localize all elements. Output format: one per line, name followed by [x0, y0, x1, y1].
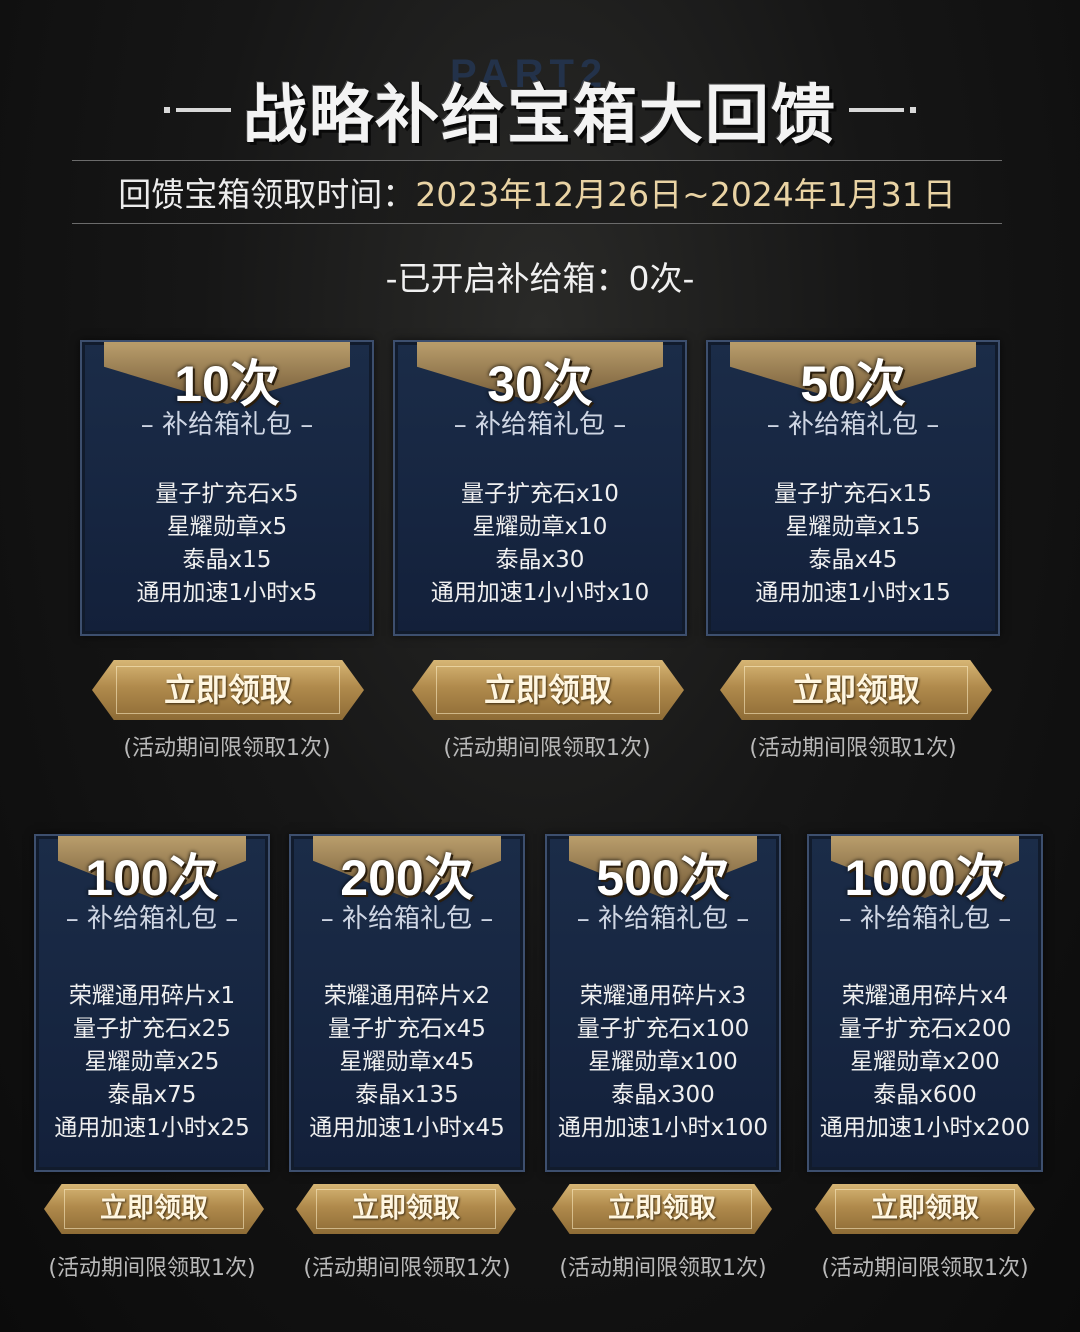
title-ornament-right-dot — [910, 107, 916, 113]
claim-limit-note: (活动期间限领取1次) — [303, 1256, 511, 1281]
reward-card-500: 500次 – 补给箱礼包 – 荣耀通用碎片x3 量子扩充石x100 星耀勋章x1… — [545, 834, 781, 1172]
reward-item: 通用加速1小小时x10 — [430, 580, 650, 606]
reward-item: 量子扩充石x45 — [328, 1016, 486, 1042]
card-subtitle: – 补给箱礼包 – — [65, 904, 239, 934]
title-ornament-left-line — [176, 108, 231, 112]
claim-button-1000[interactable]: 立即领取 — [815, 1184, 1035, 1234]
card-subtitle: – 补给箱礼包 – — [453, 410, 627, 440]
reward-item: 荣耀通用碎片x2 — [323, 983, 491, 1009]
opened-count-text: -已开启补给箱：0次- — [385, 259, 695, 298]
reward-item: 泰晶x45 — [808, 547, 898, 573]
reward-item: 星耀勋章x100 — [588, 1049, 738, 1075]
reward-item: 量子扩充石x25 — [73, 1016, 231, 1042]
reward-item: 泰晶x300 — [611, 1082, 715, 1108]
reward-item: 星耀勋章x200 — [850, 1049, 1000, 1075]
card-subtitle: – 补给箱礼包 – — [766, 410, 940, 440]
reward-list: 荣耀通用碎片x3 量子扩充石x100 星耀勋章x100 泰晶x300 通用加速1… — [547, 980, 779, 1145]
reward-card-50: 50次 – 补给箱礼包 – 量子扩充石x15 星耀勋章x15 泰晶x45 通用加… — [706, 340, 1000, 636]
reward-item: 泰晶x30 — [495, 547, 585, 573]
reward-item: 泰晶x135 — [355, 1082, 459, 1108]
reward-item: 通用加速1小时x100 — [557, 1115, 769, 1141]
reward-list: 荣耀通用碎片x1 量子扩充石x25 星耀勋章x25 泰晶x75 通用加速1小时x… — [36, 980, 268, 1145]
reward-item: 泰晶x75 — [107, 1082, 197, 1108]
claim-period-bar: 回馈宝箱领取时间： 2023年12月26日~2024年1月31日 — [72, 160, 1002, 224]
claim-button-10[interactable]: 立即领取 — [92, 660, 364, 720]
title-banner: 战略补给宝箱大回馈 — [0, 70, 1080, 153]
reward-item: 泰晶x600 — [873, 1082, 977, 1108]
reward-card-1000: 1000次 – 补给箱礼包 – 荣耀通用碎片x4 量子扩充石x200 星耀勋章x… — [807, 834, 1043, 1172]
reward-item: 星耀勋章x5 — [166, 514, 288, 540]
claim-button-500[interactable]: 立即领取 — [552, 1184, 772, 1234]
card-subtitle: – 补给箱礼包 – — [576, 904, 750, 934]
card-subtitle: – 补给箱礼包 – — [838, 904, 1012, 934]
claim-limit-note: (活动期间限领取1次) — [749, 736, 957, 761]
reward-list: 荣耀通用碎片x4 量子扩充石x200 星耀勋章x200 泰晶x600 通用加速1… — [809, 980, 1041, 1145]
reward-item: 星耀勋章x25 — [84, 1049, 220, 1075]
claim-limit-note: (活动期间限领取1次) — [123, 736, 331, 761]
reward-item: 通用加速1小时x200 — [819, 1115, 1031, 1141]
claim-button-100[interactable]: 立即领取 — [44, 1184, 264, 1234]
claim-limit-note: (活动期间限领取1次) — [821, 1256, 1029, 1281]
reward-card-200: 200次 – 补给箱礼包 – 荣耀通用碎片x2 量子扩充石x45 星耀勋章x45… — [289, 834, 525, 1172]
reward-list: 荣耀通用碎片x2 量子扩充石x45 星耀勋章x45 泰晶x135 通用加速1小时… — [291, 980, 523, 1145]
reward-item: 荣耀通用碎片x1 — [68, 983, 236, 1009]
reward-card-100: 100次 – 补给箱礼包 – 荣耀通用碎片x1 量子扩充石x25 星耀勋章x25… — [34, 834, 270, 1172]
reward-item: 通用加速1小时x5 — [136, 580, 318, 606]
reward-item: 量子扩充石x100 — [576, 1016, 750, 1042]
reward-item: 通用加速1小时x25 — [54, 1115, 250, 1141]
claim-button-200[interactable]: 立即领取 — [296, 1184, 516, 1234]
reward-item: 通用加速1小时x45 — [309, 1115, 505, 1141]
reward-item: 荣耀通用碎片x4 — [841, 983, 1009, 1009]
reward-item: 泰晶x15 — [182, 547, 272, 573]
claim-limit-note: (活动期间限领取1次) — [48, 1256, 256, 1281]
card-subtitle: – 补给箱礼包 – — [140, 410, 314, 440]
reward-item: 星耀勋章x15 — [785, 514, 921, 540]
title-ornament-right-line — [849, 108, 904, 112]
claim-button-50[interactable]: 立即领取 — [720, 660, 992, 720]
claim-limit-note: (活动期间限领取1次) — [559, 1256, 767, 1281]
reward-item: 量子扩充石x5 — [155, 481, 299, 507]
reward-list: 量子扩充石x15 星耀勋章x15 泰晶x45 通用加速1小时x15 — [708, 478, 998, 610]
reward-item: 星耀勋章x45 — [339, 1049, 475, 1075]
reward-card-10: 10次 – 补给箱礼包 – 量子扩充石x5 星耀勋章x5 泰晶x15 通用加速1… — [80, 340, 374, 636]
claim-button-30[interactable]: 立即领取 — [412, 660, 684, 720]
page-title: 战略补给宝箱大回馈 — [243, 79, 837, 153]
reward-card-30: 30次 – 补给箱礼包 – 量子扩充石x10 星耀勋章x10 泰晶x30 通用加… — [393, 340, 687, 636]
reward-item: 荣耀通用碎片x3 — [579, 983, 747, 1009]
claim-period-value: 2023年12月26日~2024年1月31日 — [415, 175, 956, 214]
reward-item: 量子扩充石x10 — [461, 481, 619, 507]
reward-item: 通用加速1小时x15 — [755, 580, 951, 606]
reward-item: 量子扩充石x200 — [838, 1016, 1012, 1042]
reward-item: 量子扩充石x15 — [774, 481, 932, 507]
reward-list: 量子扩充石x5 星耀勋章x5 泰晶x15 通用加速1小时x5 — [82, 478, 372, 610]
reward-list: 量子扩充石x10 星耀勋章x10 泰晶x30 通用加速1小小时x10 — [395, 478, 685, 610]
claim-period-label: 回馈宝箱领取时间： — [118, 175, 416, 214]
card-subtitle: – 补给箱礼包 – — [320, 904, 494, 934]
claim-limit-note: (活动期间限领取1次) — [443, 736, 651, 761]
title-ornament-left-dot — [164, 107, 170, 113]
reward-item: 星耀勋章x10 — [472, 514, 608, 540]
